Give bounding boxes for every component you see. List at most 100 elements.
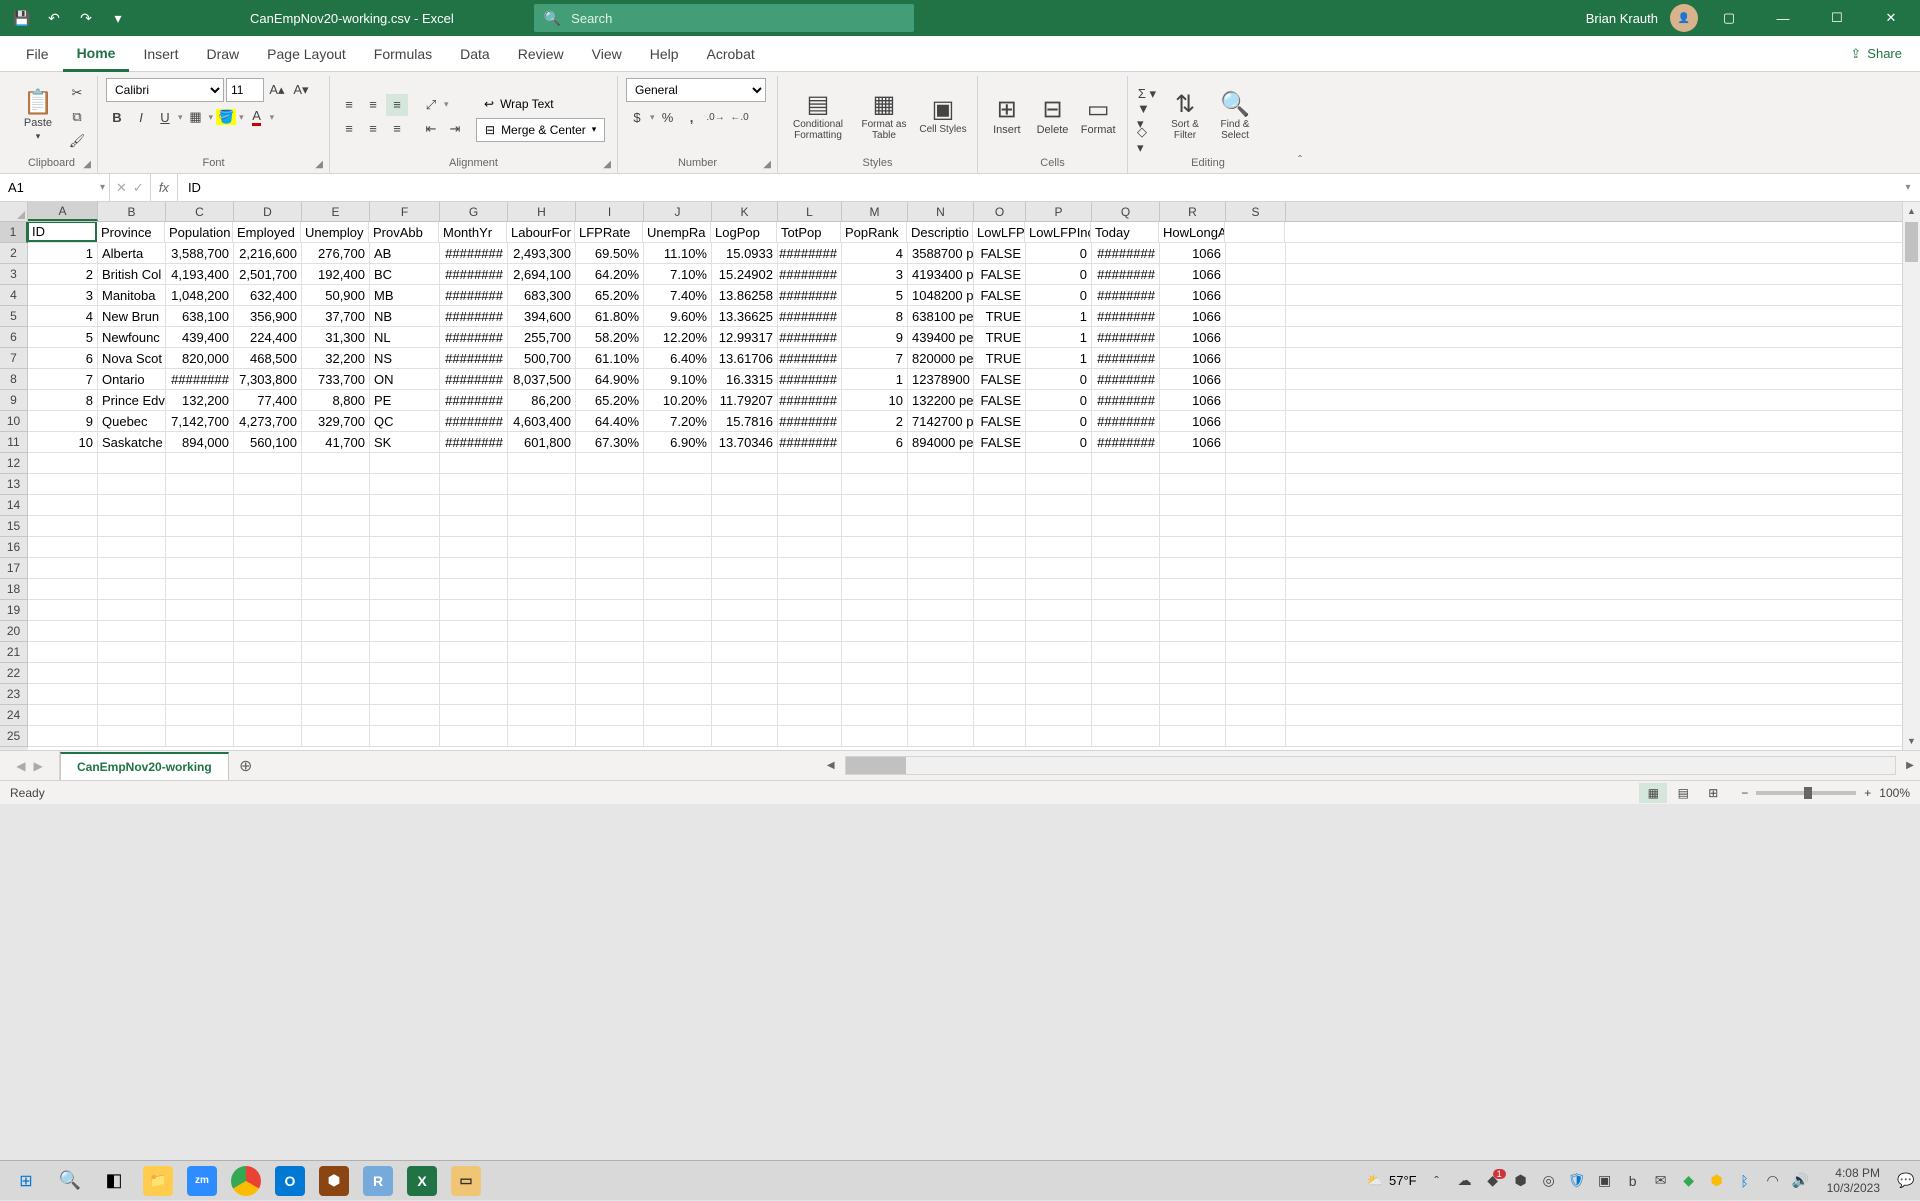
rstudio-icon[interactable]: R	[356, 1161, 400, 1201]
row-header[interactable]: 13	[0, 474, 28, 495]
cell[interactable]	[974, 453, 1026, 473]
zoom-thumb[interactable]	[1804, 787, 1812, 799]
copy-icon[interactable]: ⧉	[66, 106, 88, 128]
decrease-decimal-icon[interactable]: ←.0	[729, 106, 751, 128]
cell[interactable]: 6.40%	[644, 348, 712, 368]
cell[interactable]	[974, 474, 1026, 494]
cell[interactable]	[712, 621, 778, 641]
increase-decimal-icon[interactable]: .0→	[705, 106, 727, 128]
cell[interactable]	[778, 642, 842, 662]
orientation-icon[interactable]: ⤢	[420, 94, 442, 116]
cell[interactable]: TRUE	[974, 327, 1026, 347]
cell[interactable]: 2,216,600	[234, 243, 302, 263]
cell[interactable]: 1066	[1160, 264, 1226, 284]
cell[interactable]	[1026, 453, 1092, 473]
cell[interactable]	[1226, 600, 1286, 620]
cell[interactable]	[166, 726, 234, 746]
cell[interactable]	[778, 684, 842, 704]
tray-app-icon[interactable]: ◎	[1539, 1172, 1559, 1189]
cell[interactable]: SK	[370, 432, 440, 452]
cell[interactable]	[1226, 558, 1286, 578]
cell[interactable]	[842, 663, 908, 683]
cell[interactable]	[712, 516, 778, 536]
cell[interactable]	[28, 684, 98, 704]
wifi-icon[interactable]: ◠	[1763, 1172, 1783, 1189]
align-center-icon[interactable]: ≡	[362, 118, 384, 140]
outlook-icon[interactable]: O	[268, 1161, 312, 1201]
cell[interactable]	[974, 684, 1026, 704]
cell[interactable]	[974, 726, 1026, 746]
cell[interactable]	[440, 663, 508, 683]
cell[interactable]	[842, 621, 908, 641]
chevron-down-icon[interactable]: ▾	[209, 112, 214, 123]
fill-color-icon[interactable]: 🪣	[215, 106, 237, 128]
cell[interactable]: ########	[1092, 243, 1160, 263]
cell[interactable]: 7.10%	[644, 264, 712, 284]
hscroll-left-icon[interactable]: ◀	[821, 751, 841, 780]
column-header[interactable]: J	[644, 202, 712, 221]
cell[interactable]	[1226, 411, 1286, 431]
app-icon[interactable]: ▭	[444, 1161, 488, 1201]
conditional-formatting-button[interactable]: ▤Conditional Formatting	[786, 93, 850, 141]
column-header[interactable]: I	[576, 202, 644, 221]
clear-icon[interactable]: ◇ ▾	[1136, 129, 1158, 151]
dialog-launcher-icon[interactable]: ◢	[83, 159, 91, 170]
cell[interactable]: 0	[1026, 390, 1092, 410]
column-header[interactable]: G	[440, 202, 508, 221]
cell[interactable]	[1226, 516, 1286, 536]
cell[interactable]: 468,500	[234, 348, 302, 368]
cell[interactable]: 439,400	[166, 327, 234, 347]
cell[interactable]	[234, 705, 302, 725]
cell[interactable]	[234, 558, 302, 578]
cell[interactable]: ########	[1092, 411, 1160, 431]
active-cell[interactable]: ID	[28, 222, 97, 242]
cell[interactable]: 683,300	[508, 285, 576, 305]
cell[interactable]: 61.10%	[576, 348, 644, 368]
tab-page-layout[interactable]: Page Layout	[253, 36, 360, 72]
row-header[interactable]: 22	[0, 663, 28, 684]
page-layout-view-icon[interactable]: ▤	[1669, 783, 1697, 803]
cell[interactable]: 65.20%	[576, 285, 644, 305]
row-header[interactable]: 16	[0, 537, 28, 558]
cell[interactable]	[576, 495, 644, 515]
scroll-down-icon[interactable]: ▼	[1903, 732, 1920, 750]
column-header[interactable]: C	[166, 202, 234, 221]
tab-insert[interactable]: Insert	[129, 36, 192, 72]
cell[interactable]: 69.50%	[576, 243, 644, 263]
cell[interactable]: Nova Scot	[98, 348, 166, 368]
cell[interactable]	[234, 663, 302, 683]
cell[interactable]	[302, 474, 370, 494]
cell[interactable]: ########	[778, 285, 842, 305]
file-explorer-icon[interactable]: 📁	[136, 1161, 180, 1201]
cell[interactable]	[908, 642, 974, 662]
cell[interactable]	[1026, 495, 1092, 515]
cell[interactable]	[712, 684, 778, 704]
underline-button[interactable]: U	[154, 106, 176, 128]
cell[interactable]	[1226, 705, 1286, 725]
cell[interactable]	[576, 600, 644, 620]
row-header[interactable]: 5	[0, 306, 28, 327]
zoom-level[interactable]: 100%	[1879, 786, 1910, 800]
cell[interactable]: 13.36625	[712, 306, 778, 326]
cell[interactable]: TotPop	[777, 222, 841, 242]
cell[interactable]: 67.30%	[576, 432, 644, 452]
column-header[interactable]: K	[712, 202, 778, 221]
cell[interactable]	[1026, 600, 1092, 620]
cell[interactable]	[842, 600, 908, 620]
cell[interactable]: 3	[28, 285, 98, 305]
cell[interactable]	[1092, 705, 1160, 725]
cell[interactable]	[842, 495, 908, 515]
cell[interactable]	[1092, 684, 1160, 704]
cell[interactable]: Province	[97, 222, 165, 242]
column-header[interactable]: S	[1226, 202, 1286, 221]
cell[interactable]: 1066	[1160, 390, 1226, 410]
cell[interactable]: 9	[28, 411, 98, 431]
tray-chevron-icon[interactable]: ˆ	[1427, 1173, 1447, 1189]
cell[interactable]: 4	[842, 243, 908, 263]
cell[interactable]	[302, 726, 370, 746]
cell[interactable]	[234, 621, 302, 641]
cell[interactable]: LFPRate	[575, 222, 643, 242]
cell[interactable]	[974, 558, 1026, 578]
cell[interactable]: 1	[28, 243, 98, 263]
cell[interactable]	[28, 558, 98, 578]
